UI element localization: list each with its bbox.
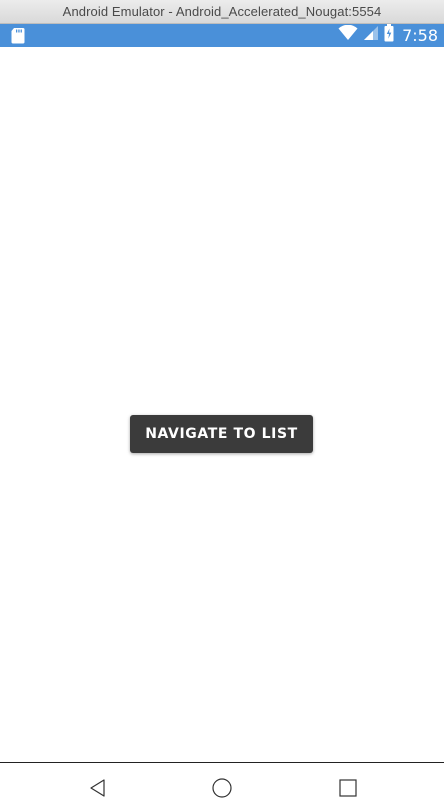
- navigation-bar: [0, 762, 444, 810]
- status-time: 7:58: [402, 26, 438, 45]
- sd-card-icon: [10, 27, 26, 44]
- status-icons: 7:58: [338, 24, 438, 47]
- window-title: Android Emulator - Android_Accelerated_N…: [62, 4, 382, 19]
- status-bar: 7:58: [0, 24, 444, 47]
- emulator-title-bar: Android Emulator - Android_Accelerated_N…: [0, 0, 444, 24]
- emulator-window: Android Emulator - Android_Accelerated_N…: [0, 0, 444, 810]
- cell-signal-icon: [363, 25, 379, 46]
- recents-icon[interactable]: [336, 777, 360, 799]
- wifi-icon: [338, 24, 358, 46]
- navigate-to-list-button[interactable]: NAVIGATE TO LIST: [130, 415, 313, 453]
- home-icon[interactable]: [210, 777, 234, 799]
- battery-icon: [384, 24, 394, 47]
- back-icon[interactable]: [86, 777, 110, 799]
- app-content: NAVIGATE TO LIST: [0, 47, 444, 762]
